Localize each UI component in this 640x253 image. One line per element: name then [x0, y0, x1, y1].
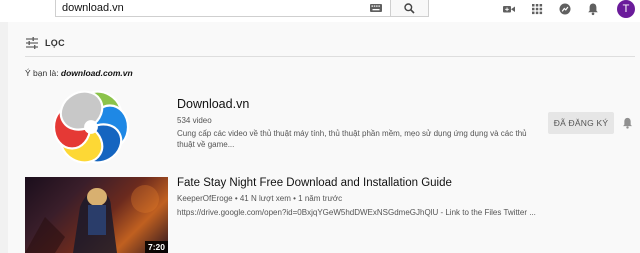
- filter-label: LỌC: [45, 38, 65, 48]
- channel-title[interactable]: Download.vn: [177, 97, 249, 111]
- notification-bell-icon[interactable]: [621, 116, 634, 130]
- sidebar-edge: [0, 22, 8, 253]
- filter-sliders-icon: [26, 37, 38, 49]
- search-query-text: download.vn: [62, 2, 124, 14]
- keyboard-icon[interactable]: [370, 4, 382, 12]
- video-title[interactable]: Fate Stay Night Free Download and Instal…: [177, 177, 452, 189]
- notification-bell-icon[interactable]: [586, 2, 600, 16]
- video-meta: KeeperOfEroge • 41 N lượt xem • 1 năm tr…: [177, 194, 343, 203]
- did-you-mean: Ý bạn là: download.com.vn: [25, 68, 133, 78]
- did-you-mean-link[interactable]: download.com.vn: [61, 68, 133, 78]
- logo-center: [84, 120, 98, 134]
- channel-logo[interactable]: [48, 84, 134, 170]
- apps-grid-icon[interactable]: [530, 2, 544, 16]
- top-bar: download.vn T: [0, 0, 640, 22]
- did-you-mean-prefix: Ý bạn là:: [25, 68, 61, 78]
- divider: [25, 56, 635, 57]
- video-camera-icon[interactable]: [502, 2, 516, 16]
- avatar[interactable]: T: [617, 0, 635, 18]
- search-input[interactable]: download.vn: [55, 0, 391, 17]
- channel-description: Cung cấp các video về thủ thuật máy tính…: [177, 129, 527, 149]
- subscribed-button[interactable]: ĐÃ ĐĂNG KÝ: [548, 112, 614, 134]
- video-duration-badge: 7:20: [145, 241, 169, 253]
- messages-icon[interactable]: [558, 2, 572, 16]
- video-description: https://drive.google.com/open?id=0BxjqYG…: [177, 208, 536, 217]
- search-button[interactable]: [391, 0, 429, 17]
- channel-video-count: 534 video: [177, 116, 212, 125]
- search-icon: [404, 3, 415, 14]
